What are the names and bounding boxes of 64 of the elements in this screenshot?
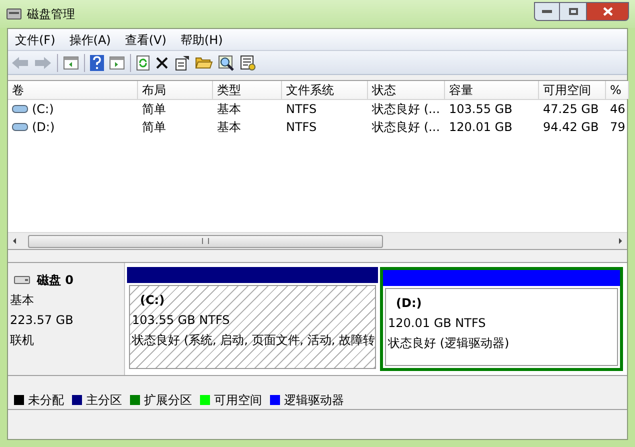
properties-icon[interactable] [174,54,190,70]
partition-label: (D:) [396,295,422,312]
legend-label: 逻辑驱动器 [284,392,344,408]
partition-status: 状态良好 (逻辑驱动器) [388,335,510,352]
panel-icon[interactable] [109,56,125,70]
drive-icon [12,105,28,113]
column-header[interactable]: % [606,81,629,99]
drive-icon [12,123,28,131]
help-icon[interactable] [90,54,104,70]
table-cell-text: 120.01 GB [449,119,512,136]
column-header[interactable]: 可用空间 [539,81,606,99]
maximize-button[interactable] [560,2,586,20]
scrollbar-thumb[interactable] [28,234,383,248]
partition-block[interactable]: (D:) 120.01 GB NTFS 状态良好 (逻辑驱动器) [380,267,623,371]
table-cell-text: 103.55 GB [449,101,512,118]
menu-item[interactable]: 文件(F) [8,30,62,48]
close-icon [602,6,612,16]
table-cell-text: 状态良好 (... [372,119,440,136]
table-cell-text: 简单 [142,101,166,118]
disk-status: 联机 [10,332,35,349]
table-cell-text: NTFS [286,101,317,118]
partition-size: 120.01 GB NTFS [388,315,486,332]
panel-icon[interactable] [63,56,79,70]
table-cell-text: 状态良好 (... [372,101,440,118]
column-header[interactable]: 类型 [213,81,282,99]
disk-type: 基本 [10,292,35,309]
delete-icon[interactable] [155,56,169,70]
close-button[interactable] [586,2,629,20]
legend-label: 扩展分区 [144,392,192,408]
disk-name: 磁盘 0 [37,272,74,289]
legend-label: 可用空间 [214,392,262,408]
legend-label: 未分配 [28,392,64,408]
magnifier-icon[interactable] [218,54,235,70]
column-header[interactable]: 布局 [138,81,213,99]
partition-size: 103.55 GB NTFS [132,312,230,329]
table-cell-text: 94.42 GB [543,119,599,136]
settings-icon[interactable] [240,54,256,70]
refresh-icon[interactable] [136,54,150,70]
horizontal-scrollbar[interactable] [8,232,627,249]
scroll-left-icon[interactable] [13,238,16,244]
table-cell-text: NTFS [286,119,317,136]
table-cell-text: 47.25 GB [543,101,599,118]
folder-icon[interactable] [195,55,213,70]
table-cell-text: 基本 [217,101,241,118]
minimize-button[interactable] [534,2,560,20]
column-header[interactable]: 卷 [8,81,138,99]
table-cell-text: 基本 [217,119,241,136]
partition-status: 状态良好 (系统, 启动, 页面文件, 活动, 故障转 [132,332,376,349]
menu-item[interactable]: 查看(V) [118,30,174,48]
table-cell-text: 79 [610,119,626,136]
legend-label: 主分区 [86,392,122,408]
disk-size: 223.57 GB [10,312,74,329]
partition-label: (C:) [140,292,165,309]
table-cell-text: (C:) [32,101,54,118]
window-title: 磁盘管理 [27,6,75,23]
column-header[interactable]: 容量 [445,81,539,99]
scroll-right-icon[interactable] [619,238,622,244]
table-cell-text: (D:) [32,119,55,136]
table-cell-text: 简单 [142,119,166,136]
table-cell-text: 46 [610,101,626,118]
menu-item[interactable]: 帮助(H) [173,30,230,48]
menu-item[interactable]: 操作(A) [62,30,118,48]
column-header[interactable]: 状态 [368,81,445,99]
column-header[interactable]: 文件系统 [282,81,368,99]
